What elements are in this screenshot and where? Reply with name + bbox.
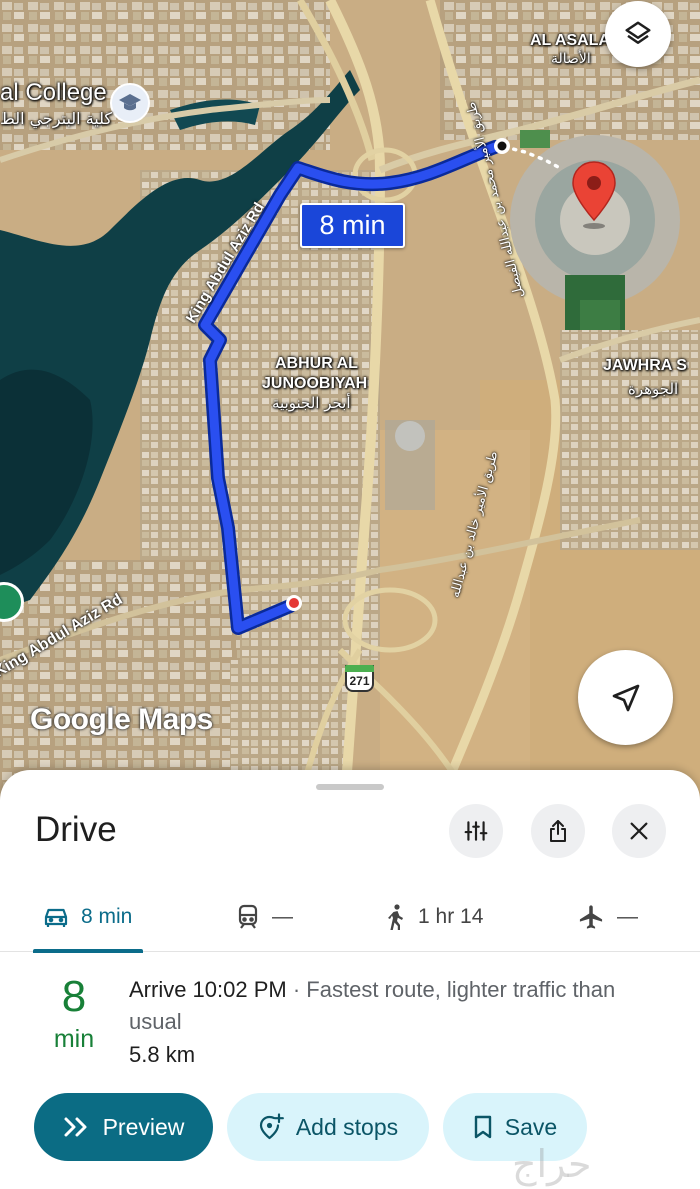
preview-button[interactable]: Preview — [34, 1093, 213, 1161]
close-icon — [630, 822, 648, 840]
red-pin-icon[interactable] — [570, 160, 618, 230]
action-buttons: Preview Add stops Save — [0, 1093, 700, 1161]
highway-shield: 271 — [345, 665, 374, 692]
tab-walk-label: 1 hr 14 — [418, 905, 484, 928]
sheet-title: Drive — [35, 810, 117, 849]
tab-flight[interactable]: — — [577, 882, 638, 952]
graduation-cap-icon[interactable] — [110, 83, 150, 123]
double-chevron-icon — [64, 1117, 87, 1137]
map-label-college-ar: كلية البترجي الط — [0, 109, 113, 128]
google-maps-logo: Google Maps — [30, 703, 213, 736]
travel-mode-tabs: 8 min — 1 hr 14 — — [0, 882, 700, 953]
tab-transit[interactable]: — — [236, 882, 293, 952]
preview-label: Preview — [102, 1113, 185, 1140]
map-label-abhur-1: ABHUR AL — [275, 355, 358, 372]
active-tab-indicator — [33, 949, 143, 953]
save-label: Save — [504, 1113, 558, 1140]
eta-unit: min — [53, 1025, 95, 1053]
route-summary[interactable]: 8 min Arrive 10:02 PM · Fastest route, l… — [0, 970, 700, 1080]
share-icon — [550, 820, 566, 842]
plane-icon — [579, 905, 603, 929]
tab-flight-label: — — [617, 905, 638, 928]
add-location-icon — [259, 1113, 284, 1140]
map-label-abhur-ar: أبحر الجنوبية — [272, 394, 351, 412]
route-time-chip[interactable]: 8 min — [300, 203, 405, 248]
locate-button[interactable] — [578, 650, 673, 745]
map-label-al-asala: AL ASALA — [530, 32, 610, 49]
tune-icon — [464, 821, 488, 841]
add-stops-label: Add stops — [295, 1113, 399, 1140]
tab-drive[interactable]: 8 min — [43, 882, 132, 952]
route-description: Arrive 10:02 PM · Fastest route, lighter… — [129, 974, 649, 1038]
route-distance: 5.8 km — [129, 1042, 196, 1067]
tab-transit-label: — — [272, 905, 293, 928]
directions-sheet: Drive 8 min — 1 hr 14 — 8 min Arrive 10:… — [0, 770, 700, 1189]
navigation-arrow-icon — [612, 684, 639, 711]
watermark: حراج — [512, 1142, 592, 1186]
eta-value: 8 — [61, 972, 87, 1021]
drag-handle[interactable] — [316, 784, 384, 790]
share-button[interactable] — [531, 804, 585, 858]
map-label-al-asala-ar: الأصالة — [551, 51, 591, 67]
route-options-button[interactable] — [449, 804, 503, 858]
map-label-abhur-2: JUNOOBIYAH — [262, 375, 368, 392]
train-icon — [238, 904, 258, 929]
layers-button[interactable] — [605, 1, 671, 67]
close-button[interactable] — [612, 804, 666, 858]
car-icon — [44, 908, 68, 927]
bookmark-icon — [474, 1115, 491, 1139]
add-stops-button[interactable]: Add stops — [227, 1093, 429, 1161]
walk-icon — [388, 904, 403, 930]
arrival-time: Arrive 10:02 PM — [129, 977, 287, 1002]
map-label-jawhra: JAWHRA S — [603, 357, 687, 374]
map-label-college: al College — [0, 79, 107, 106]
tab-walk[interactable]: 1 hr 14 — [384, 882, 483, 952]
map-view[interactable]: al College كلية البترجي الط AL ASALA الأ… — [0, 0, 700, 800]
layers-icon — [625, 21, 651, 44]
map-label-jawhra-ar: الجوهرة — [628, 380, 679, 398]
separator-dot: · — [286, 977, 307, 1002]
tab-drive-label: 8 min — [81, 905, 133, 928]
